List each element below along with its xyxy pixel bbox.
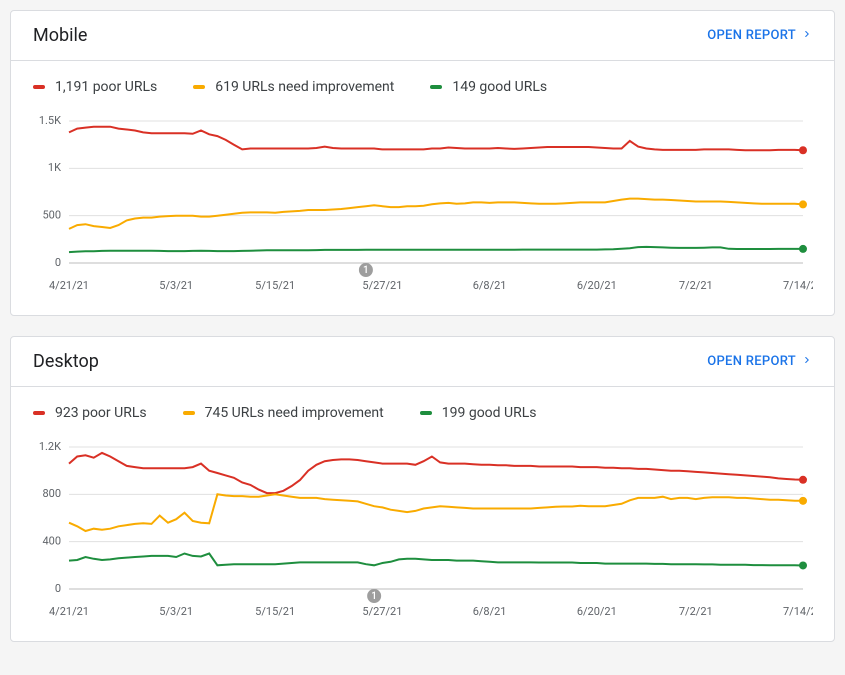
svg-text:5/15/21: 5/15/21 [255, 605, 295, 618]
svg-text:6/20/21: 6/20/21 [577, 605, 617, 618]
open-report-link[interactable]: OPEN REPORT [707, 354, 812, 369]
legend-swatch [33, 85, 45, 89]
legend-label: 619 URLs need improvement [215, 79, 394, 95]
svg-text:800: 800 [42, 487, 61, 500]
svg-text:7/2/21: 7/2/21 [679, 605, 713, 618]
open-report-label: OPEN REPORT [707, 354, 796, 369]
series-good [69, 247, 803, 252]
legend-item-good: 149 good URLs [430, 79, 547, 95]
svg-text:5/27/21: 5/27/21 [362, 605, 402, 618]
series-need [69, 199, 803, 229]
svg-text:1.5K: 1.5K [39, 114, 61, 127]
legend-label: 1,191 poor URLs [55, 79, 157, 95]
chevron-right-icon [802, 354, 812, 369]
series-need [69, 494, 803, 531]
chart-marker: 1 [359, 263, 373, 277]
end-dot-need [799, 200, 807, 208]
svg-text:5/27/21: 5/27/21 [362, 279, 402, 292]
chart-desktop: 0 400 800 1.2K 4/21/21 5/3/21 5/15/21 5/27/21 6/… [33, 439, 812, 619]
svg-text:6/8/21: 6/8/21 [473, 605, 507, 618]
card-desktop: Desktop OPEN REPORT 923 poor URLs 745 URLs … [10, 336, 835, 642]
chart-mobile: 0 500 1K 1.5K 4/21/21 5/3/21 5/15/21 5/27/21 6/8… [33, 113, 812, 293]
legend-swatch [430, 85, 442, 89]
svg-text:6/8/21: 6/8/21 [473, 279, 507, 292]
chart-legend: 923 poor URLs 745 URLs need improvement 19… [33, 405, 812, 421]
series-good [69, 554, 803, 566]
legend-item-need: 745 URLs need improvement [183, 405, 384, 421]
legend-label: 745 URLs need improvement [205, 405, 384, 421]
card-title: Mobile [33, 25, 87, 46]
card-header: Mobile OPEN REPORT [11, 11, 834, 61]
legend-swatch [33, 411, 45, 415]
svg-text:1: 1 [363, 265, 369, 276]
end-dot-poor [799, 146, 807, 154]
legend-label: 199 good URLs [442, 405, 537, 421]
chart-marker: 1 [367, 589, 381, 603]
end-dot-good [799, 245, 807, 253]
end-dot-need [799, 497, 807, 505]
legend-swatch [183, 411, 195, 415]
end-dot-good [799, 561, 807, 569]
series-poor [69, 127, 803, 151]
end-dot-poor [799, 476, 807, 484]
svg-text:7/14/21: 7/14/21 [783, 605, 813, 618]
open-report-label: OPEN REPORT [707, 28, 796, 43]
legend-item-need: 619 URLs need improvement [193, 79, 394, 95]
card-mobile: Mobile OPEN REPORT 1,191 poor URLs 619 URLs… [10, 10, 835, 316]
legend-item-poor: 923 poor URLs [33, 405, 147, 421]
card-body: 923 poor URLs 745 URLs need improvement 19… [11, 387, 834, 641]
legend-item-good: 199 good URLs [420, 405, 537, 421]
svg-text:7/14/21: 7/14/21 [783, 279, 813, 292]
svg-text:400: 400 [42, 535, 61, 548]
svg-text:500: 500 [42, 209, 61, 222]
svg-text:1.2K: 1.2K [39, 440, 61, 453]
legend-label: 149 good URLs [452, 79, 547, 95]
svg-text:5/15/21: 5/15/21 [255, 279, 295, 292]
card-title: Desktop [33, 351, 99, 372]
legend-item-poor: 1,191 poor URLs [33, 79, 157, 95]
chevron-right-icon [802, 28, 812, 43]
legend-swatch [193, 85, 205, 89]
svg-text:0: 0 [55, 582, 61, 595]
svg-text:7/2/21: 7/2/21 [679, 279, 713, 292]
svg-text:1K: 1K [48, 161, 61, 174]
svg-text:0: 0 [55, 256, 61, 269]
legend-label: 923 poor URLs [55, 405, 147, 421]
series-poor [69, 453, 803, 493]
svg-text:5/3/21: 5/3/21 [159, 279, 193, 292]
legend-swatch [420, 411, 432, 415]
card-header: Desktop OPEN REPORT [11, 337, 834, 387]
svg-text:6/20/21: 6/20/21 [577, 279, 617, 292]
card-body: 1,191 poor URLs 619 URLs need improvement… [11, 61, 834, 315]
open-report-link[interactable]: OPEN REPORT [707, 28, 812, 43]
svg-text:4/21/21: 4/21/21 [49, 279, 89, 292]
svg-text:5/3/21: 5/3/21 [159, 605, 193, 618]
chart-legend: 1,191 poor URLs 619 URLs need improvement… [33, 79, 812, 95]
svg-text:1: 1 [371, 591, 377, 602]
svg-text:4/21/21: 4/21/21 [49, 605, 89, 618]
